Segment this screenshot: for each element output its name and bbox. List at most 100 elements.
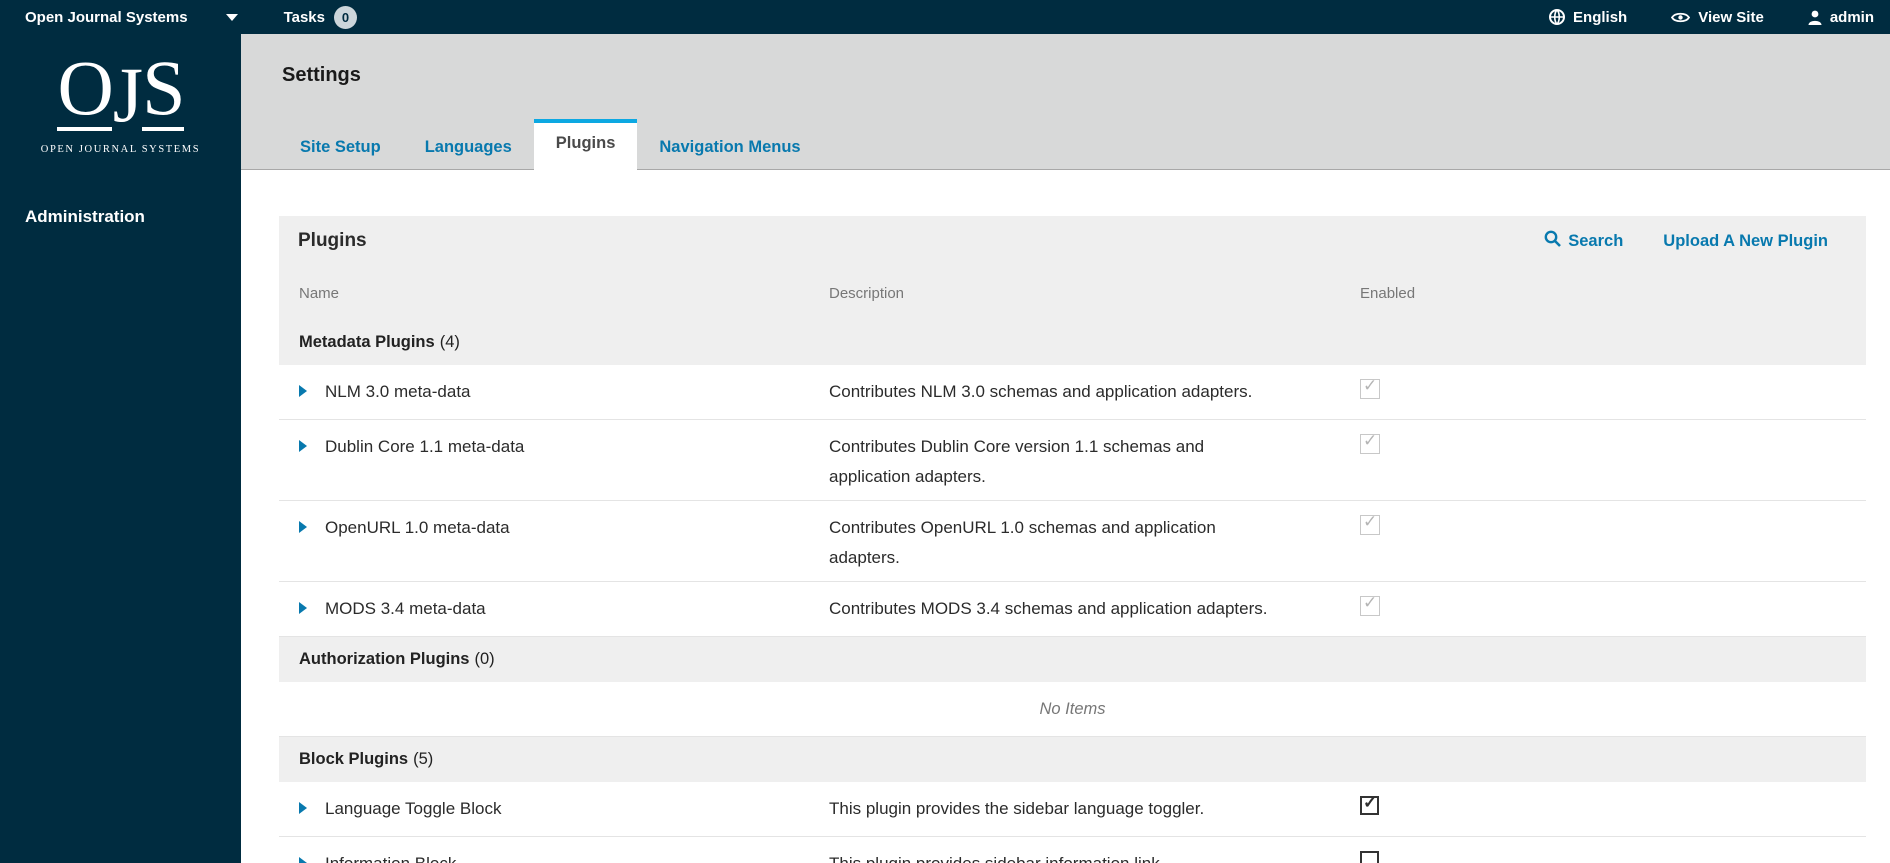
sidebar: OJS OPEN JOURNAL SYSTEMS Administration xyxy=(0,34,241,863)
expand-triangle-icon xyxy=(299,521,307,533)
table-row: MODS 3.4 meta-data Contributes MODS 3.4 s… xyxy=(279,582,1866,637)
tab-languages[interactable]: Languages xyxy=(403,119,534,170)
enabled-checkbox: ✓ xyxy=(1360,376,1380,399)
user-menu[interactable]: admin xyxy=(1808,9,1874,26)
tasks-count-badge: 0 xyxy=(333,5,357,29)
enabled-cell: ✓ xyxy=(1360,376,1866,411)
checkmark-icon: ✓ xyxy=(1363,793,1378,812)
upload-plugin-button[interactable]: Upload A New Plugin xyxy=(1643,232,1866,251)
tab-site-setup[interactable]: Site Setup xyxy=(278,119,403,170)
plugin-expander[interactable]: MODS 3.4 meta-data xyxy=(279,594,829,628)
plugin-expander[interactable]: Information Block xyxy=(279,849,829,863)
plugin-expander[interactable]: NLM 3.0 meta-data xyxy=(279,377,829,411)
plugin-name-label: Dublin Core 1.1 meta-data xyxy=(325,437,525,456)
plugin-expander[interactable]: Language Toggle Block xyxy=(279,794,829,828)
plugin-description: This plugin provides sidebar information… xyxy=(829,849,1360,863)
plugin-name-label: OpenURL 1.0 meta-data xyxy=(325,518,510,537)
expand-triangle-icon xyxy=(299,802,307,814)
globe-icon xyxy=(1549,9,1566,25)
table-row: OpenURL 1.0 meta-data Contributes OpenURL… xyxy=(279,501,1866,582)
enabled-cell: ✓ xyxy=(1360,793,1866,828)
section-header-row: Block Plugins (5) xyxy=(279,737,1866,782)
enabled-cell xyxy=(1360,849,1866,863)
plugin-name-label: Information Block xyxy=(325,849,456,863)
section-header-row: Metadata Plugins (4) xyxy=(279,320,1866,365)
table-row: Language Toggle Block This plugin provide… xyxy=(279,782,1866,837)
plugin-description: Contributes OpenURL 1.0 schemas and appl… xyxy=(829,518,1216,567)
search-label: Search xyxy=(1568,231,1624,250)
enabled-cell: ✓ xyxy=(1360,593,1866,628)
plugin-table-body: Metadata Plugins (4) NLM 3.0 meta-data Cont… xyxy=(279,320,1866,863)
plugin-description: This plugin provides the sidebar languag… xyxy=(829,799,1205,818)
top-bar: Open Journal Systems Tasks 0 English Vie… xyxy=(0,0,1890,34)
checkmark-icon: ✓ xyxy=(1363,512,1378,531)
sidebar-item-administration[interactable]: Administration xyxy=(0,197,241,237)
search-icon xyxy=(1544,230,1562,252)
table-row: Dublin Core 1.1 meta-data Contributes Dub… xyxy=(279,420,1866,501)
tab-plugins[interactable]: Plugins xyxy=(533,119,638,170)
tasks-label: Tasks xyxy=(283,8,325,26)
enabled-checkbox[interactable]: ✓ xyxy=(1360,793,1379,815)
expand-triangle-icon xyxy=(299,602,307,614)
table-row: NLM 3.0 meta-data Contributes NLM 3.0 sch… xyxy=(279,365,1866,420)
username-label: admin xyxy=(1829,8,1874,26)
column-header-name: Name xyxy=(299,284,340,302)
no-items-row: No Items xyxy=(279,682,1866,737)
brand-label: Open Journal Systems xyxy=(25,8,188,26)
site-context-menu[interactable]: Open Journal Systems xyxy=(0,9,238,26)
enabled-checkbox[interactable] xyxy=(1360,851,1379,863)
enabled-cell: ✓ xyxy=(1360,431,1866,492)
plugin-name-label: Language Toggle Block xyxy=(325,799,502,818)
column-header-description: Description xyxy=(829,284,905,302)
checkmark-icon: ✓ xyxy=(1363,376,1378,395)
eye-icon xyxy=(1671,11,1691,24)
panel-actions: Search Upload A New Plugin xyxy=(1524,230,1866,252)
column-header-enabled: Enabled xyxy=(1360,284,1416,302)
chevron-down-icon xyxy=(225,13,238,21)
user-icon xyxy=(1808,10,1822,25)
ojs-logo-caption: OPEN JOURNAL SYSTEMS xyxy=(40,143,201,155)
main-content: Settings Site Setup Languages Plugins Na… xyxy=(241,34,1890,863)
plugin-expander[interactable]: OpenURL 1.0 meta-data xyxy=(279,513,829,573)
enabled-checkbox: ✓ xyxy=(1360,431,1380,454)
enabled-cell: ✓ xyxy=(1360,512,1866,573)
table-row: Information Block This plugin provides si… xyxy=(279,837,1866,863)
plugin-name-label: NLM 3.0 meta-data xyxy=(325,382,471,401)
checkmark-icon: ✓ xyxy=(1363,431,1378,450)
ojs-logo-letters: OJS xyxy=(57,44,186,138)
checkmark-icon: ✓ xyxy=(1363,593,1378,612)
section-header-row: Authorization Plugins (0) xyxy=(279,637,1866,682)
enabled-checkbox: ✓ xyxy=(1360,512,1380,535)
sidebar-nav: Administration xyxy=(0,197,241,237)
plugin-expander[interactable]: Dublin Core 1.1 meta-data xyxy=(279,432,829,492)
page-title: Settings xyxy=(282,64,361,86)
plugin-name-label: MODS 3.4 meta-data xyxy=(325,599,486,618)
topbar-right-nav: English View Site admin xyxy=(1549,9,1890,26)
section-title: Metadata Plugins xyxy=(299,333,435,351)
tab-navigation-menus[interactable]: Navigation Menus xyxy=(637,119,822,170)
page-header: Settings Site Setup Languages Plugins Na… xyxy=(241,34,1890,170)
ojs-logo: OJS OPEN JOURNAL SYSTEMS xyxy=(0,44,241,155)
search-button[interactable]: Search xyxy=(1524,230,1643,252)
view-site-link[interactable]: View Site xyxy=(1671,9,1764,26)
expand-triangle-icon xyxy=(299,857,307,863)
section-title: Authorization Plugins xyxy=(299,650,470,668)
plugins-panel-header: Plugins Search Upload A New Plugin xyxy=(279,216,1866,266)
expand-triangle-icon xyxy=(299,440,307,452)
tasks-button[interactable]: Tasks 0 xyxy=(283,5,357,29)
plugin-description: Contributes NLM 3.0 schemas and applicat… xyxy=(829,382,1253,401)
language-menu[interactable]: English xyxy=(1549,9,1627,26)
tab-bar: Site Setup Languages Plugins Navigation … xyxy=(278,119,823,170)
view-site-label: View Site xyxy=(1698,8,1764,26)
panel-title: Plugins xyxy=(298,230,367,251)
section-count: (0) xyxy=(474,650,495,668)
table-header-row: Name Description Enabled xyxy=(279,266,1866,320)
plugins-panel: Plugins Search Upload A New Plugin Name … xyxy=(279,216,1866,863)
plugin-description: Contributes Dublin Core version 1.1 sche… xyxy=(829,437,1205,486)
section-title: Block Plugins xyxy=(299,750,409,768)
expand-triangle-icon xyxy=(299,385,307,397)
section-count: (4) xyxy=(439,333,460,351)
section-count: (5) xyxy=(413,750,434,768)
language-label: English xyxy=(1573,8,1628,26)
enabled-checkbox: ✓ xyxy=(1360,593,1380,616)
